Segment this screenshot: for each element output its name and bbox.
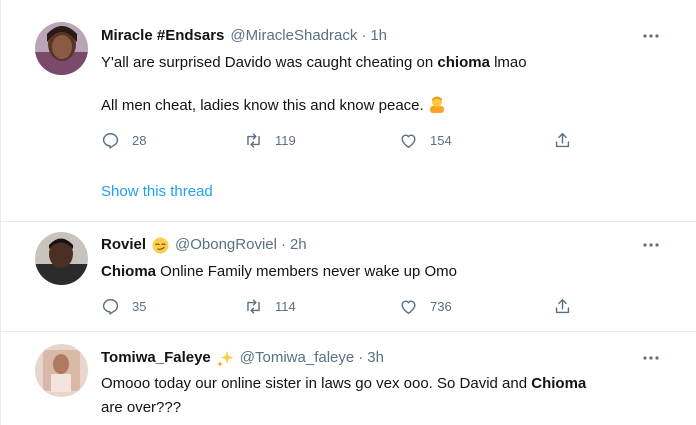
tweet-text-part: are over???: [101, 399, 182, 416]
reply-count: 28: [132, 133, 147, 148]
username[interactable]: @ObongRoviel: [175, 235, 277, 255]
highlight-keyword: Chioma: [101, 263, 157, 280]
highlight-keyword: Chioma: [531, 375, 587, 392]
smirk-emoji: [152, 237, 169, 254]
timeline: Miracle #Endsars @MiracleShadrack · 1h Y…: [0, 0, 696, 425]
reply-button[interactable]: 28: [101, 131, 146, 150]
timestamp[interactable]: 1h: [370, 26, 387, 46]
tweet-header: Roviel @ObongRoviel · 2h: [101, 235, 307, 255]
separator-dot: ·: [361, 27, 367, 44]
sparkle-emoji: [216, 350, 234, 367]
retweet-count: 119: [275, 133, 296, 148]
username[interactable]: @MiracleShadrack: [230, 26, 357, 46]
tweet-text-part: All men cheat, ladies know this and know…: [101, 97, 424, 114]
retweet-icon: [247, 299, 260, 314]
username[interactable]: @Tomiwa_faleye: [240, 348, 354, 368]
like-icon: [401, 300, 416, 314]
like-count: 154: [430, 133, 452, 148]
more-icon[interactable]: [641, 235, 661, 255]
timestamp[interactable]: 3h: [367, 348, 384, 368]
tweet-text: Omooo today our online sister in laws go…: [101, 374, 661, 394]
tweet-text-line: are over???: [101, 398, 661, 418]
tweet-text-part: lmao: [489, 54, 527, 71]
display-name[interactable]: Roviel: [101, 235, 146, 255]
retweet-icon: [247, 133, 260, 148]
retweet-count: 114: [275, 299, 296, 314]
tweet-header: Miracle #Endsars @MiracleShadrack · 1h: [101, 26, 387, 46]
retweet-button[interactable]: 114: [244, 297, 296, 316]
share-icon: [555, 133, 570, 148]
tweet-text: Chioma Online Family members never wake …: [101, 262, 661, 282]
share-icon: [555, 299, 570, 314]
tweet[interactable]: Miracle #Endsars @MiracleShadrack · 1h Y…: [1, 0, 696, 222]
avatar[interactable]: [35, 344, 88, 397]
separator-dot: ·: [280, 236, 286, 253]
separator-dot: ·: [358, 349, 364, 366]
tweet-text: Y'all are surprised Davido was caught ch…: [101, 53, 661, 73]
timestamp[interactable]: 2h: [290, 235, 307, 255]
reply-icon: [102, 299, 119, 315]
reply-button[interactable]: 35: [101, 297, 146, 316]
tweet-text-line: All men cheat, ladies know this and know…: [101, 95, 661, 119]
share-button[interactable]: [553, 297, 572, 316]
tweet-text-part: Omooo today our online sister in laws go…: [101, 375, 532, 392]
tweet[interactable]: Roviel @ObongRoviel · 2h Chioma Online F…: [1, 222, 696, 332]
tweet-text-part: Y'all are surprised Davido was caught ch…: [101, 54, 438, 71]
display-name[interactable]: Tomiwa_Faleye: [101, 348, 211, 368]
more-icon[interactable]: [641, 348, 661, 368]
like-count: 736: [430, 299, 452, 314]
avatar[interactable]: [35, 22, 88, 75]
tweet-text-part: Online Family members never wake up Omo: [156, 263, 457, 280]
tweet-header: Tomiwa_Faleye @Tomiwa_faleye · 3h: [101, 348, 384, 368]
shrug-emoji: [428, 95, 446, 119]
more-icon[interactable]: [641, 26, 661, 46]
highlight-keyword: chioma: [437, 54, 490, 71]
share-button[interactable]: [553, 131, 572, 150]
display-name[interactable]: Miracle #Endsars: [101, 26, 224, 46]
like-button[interactable]: 736: [399, 297, 452, 316]
avatar[interactable]: [35, 232, 88, 285]
retweet-button[interactable]: 119: [244, 131, 296, 150]
tweet-actions: 35 114 736: [101, 297, 581, 317]
reply-icon: [102, 133, 119, 149]
like-button[interactable]: 154: [399, 131, 452, 150]
tweet[interactable]: Tomiwa_Faleye @Tomiwa_faleye · 3h Omooo …: [1, 332, 696, 425]
reply-count: 35: [132, 299, 147, 314]
show-thread-link[interactable]: Show this thread: [101, 183, 213, 200]
like-icon: [401, 134, 416, 148]
tweet-actions: 28 119 154: [101, 131, 581, 151]
